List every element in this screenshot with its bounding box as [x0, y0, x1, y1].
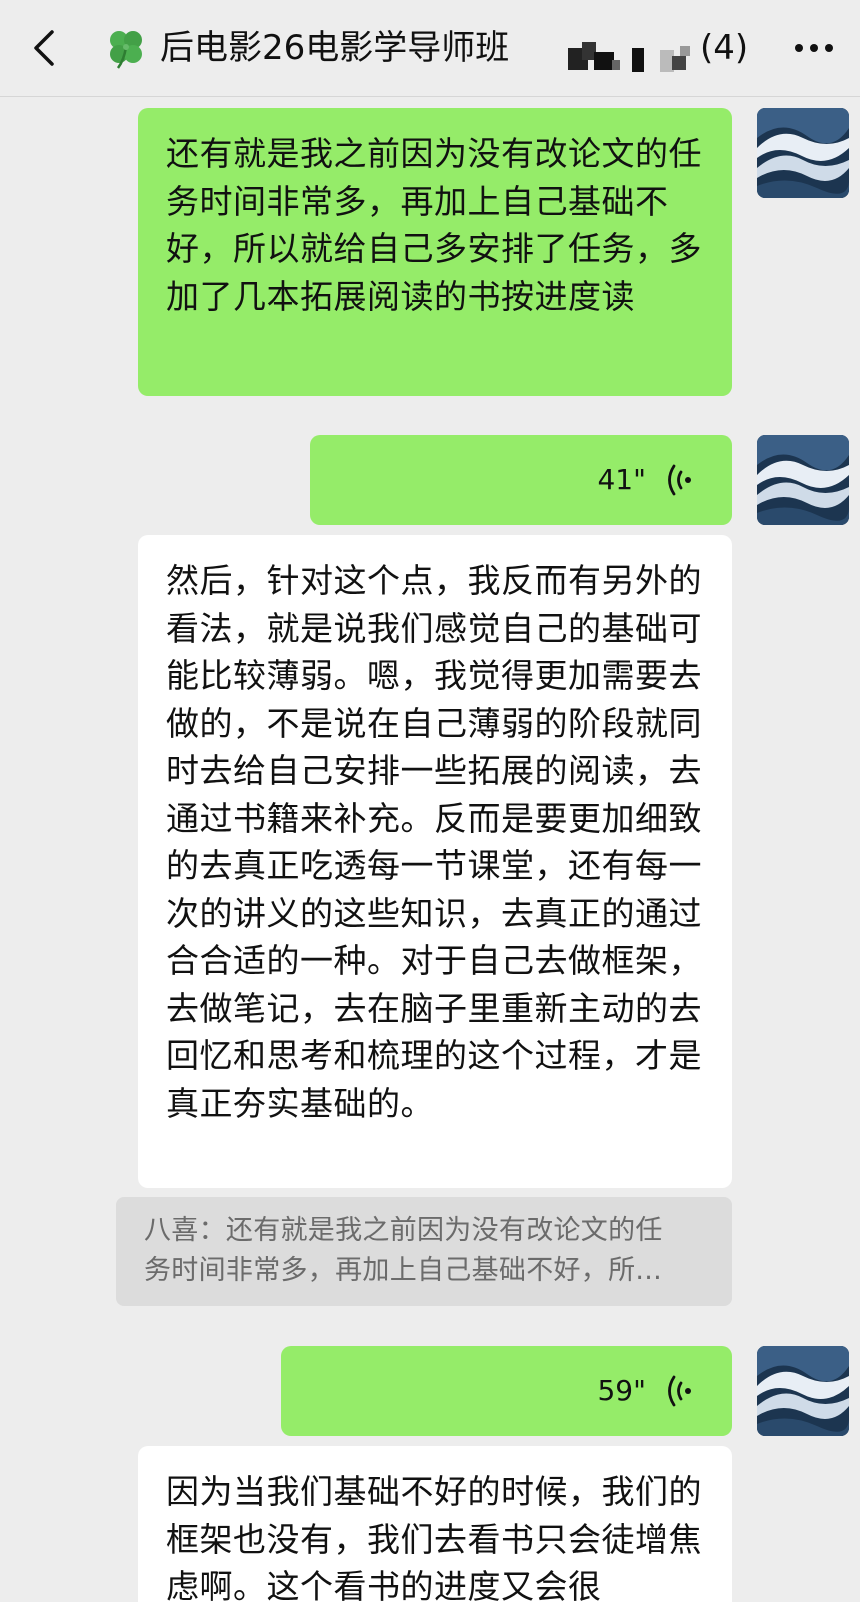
- avatar[interactable]: [757, 1346, 849, 1436]
- avatar[interactable]: [757, 435, 849, 525]
- received-text-bubble[interactable]: 然后，针对这个点，我反而有另外的看法，就是说我们感觉自己的基础可能比较薄弱。嗯，…: [138, 535, 732, 1188]
- quote-text: 八喜：还有就是我之前因为没有改论文的任 务时间非常多，再加上自己基础不好，所..…: [144, 1211, 704, 1291]
- chevron-left-icon[interactable]: [30, 28, 60, 68]
- quote-line-1: 八喜：还有就是我之前因为没有改论文的任: [144, 1215, 663, 1246]
- voice-duration: 59": [597, 1374, 646, 1407]
- voice-wave-icon: [668, 1375, 691, 1407]
- member-count: (4): [700, 28, 749, 68]
- more-dots-icon[interactable]: [793, 30, 835, 66]
- sent-text-bubble[interactable]: 还有就是我之前因为没有改论文的任务时间非常多，再加上自己基础不好，所以就给自己多…: [138, 108, 732, 396]
- quoted-message[interactable]: 八喜：还有就是我之前因为没有改论文的任 务时间非常多，再加上自己基础不好，所..…: [116, 1197, 732, 1306]
- voice-wave-icon: [668, 464, 691, 496]
- received-text-bubble[interactable]: 因为当我们基础不好的时候，我们的框架也没有，我们去看书只会徒增焦虑啊。这个看书的…: [138, 1446, 732, 1602]
- four-leaf-clover-icon: [110, 31, 142, 69]
- avatar[interactable]: [757, 108, 849, 198]
- message-text: 然后，针对这个点，我反而有另外的看法，就是说我们感觉自己的基础可能比较薄弱。嗯，…: [166, 561, 702, 1123]
- message-text: 还有就是我之前因为没有改论文的任务时间非常多，再加上自己基础不好，所以就给自己多…: [166, 134, 702, 316]
- chat-header: 后电影26电影学导师班 (4): [0, 0, 860, 97]
- sent-voice-bubble[interactable]: 59": [281, 1346, 732, 1436]
- voice-duration: 41": [597, 463, 646, 496]
- redacted-name: [568, 42, 690, 72]
- message-text: 因为当我们基础不好的时候，我们的框架也没有，我们去看书只会徒增焦虑啊。这个看书的…: [166, 1472, 702, 1602]
- sent-voice-bubble[interactable]: 41": [310, 435, 732, 525]
- quote-line-2: 务时间非常多，再加上自己基础不好，所...: [144, 1255, 663, 1286]
- chat-title: 后电影26电影学导师班: [160, 28, 510, 68]
